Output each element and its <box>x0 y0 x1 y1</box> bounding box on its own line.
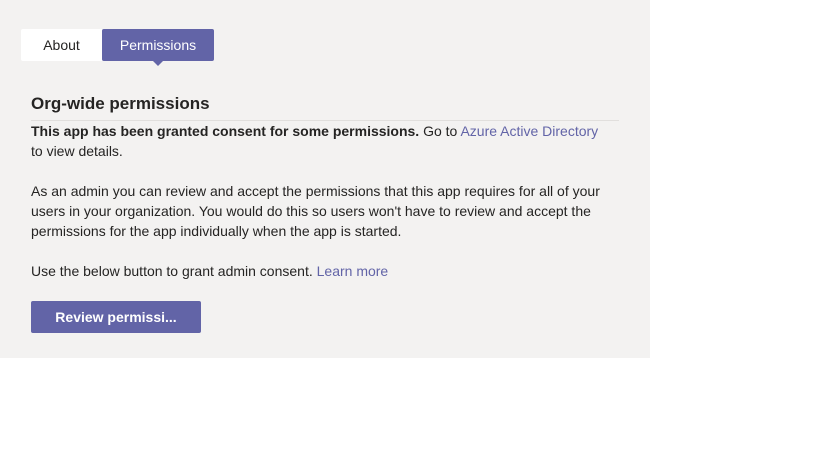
consent-notice-tail: to view details. <box>31 143 123 159</box>
review-permissions-button[interactable]: Review permissi... <box>31 301 201 333</box>
grant-instruction-text: Use the below button to grant admin cons… <box>31 263 317 279</box>
section-title: Org-wide permissions <box>31 94 210 113</box>
learn-more-link[interactable]: Learn more <box>317 263 389 279</box>
grant-instruction: Use the below button to grant admin cons… <box>31 261 611 281</box>
consent-notice-text: Go to <box>419 123 461 139</box>
tab-permissions[interactable]: Permissions <box>102 29 214 66</box>
permissions-panel: About Permissions Org-wide permissions T… <box>0 0 650 358</box>
azure-active-directory-link[interactable]: Azure Active Directory <box>460 123 598 139</box>
consent-notice-bold: This app has been granted consent for so… <box>31 123 420 139</box>
tab-bar: About Permissions <box>21 29 214 66</box>
consent-notice: This app has been granted consent for so… <box>31 121 611 161</box>
admin-description: As an admin you can review and accept th… <box>31 183 600 239</box>
tab-about[interactable]: About <box>21 29 102 61</box>
